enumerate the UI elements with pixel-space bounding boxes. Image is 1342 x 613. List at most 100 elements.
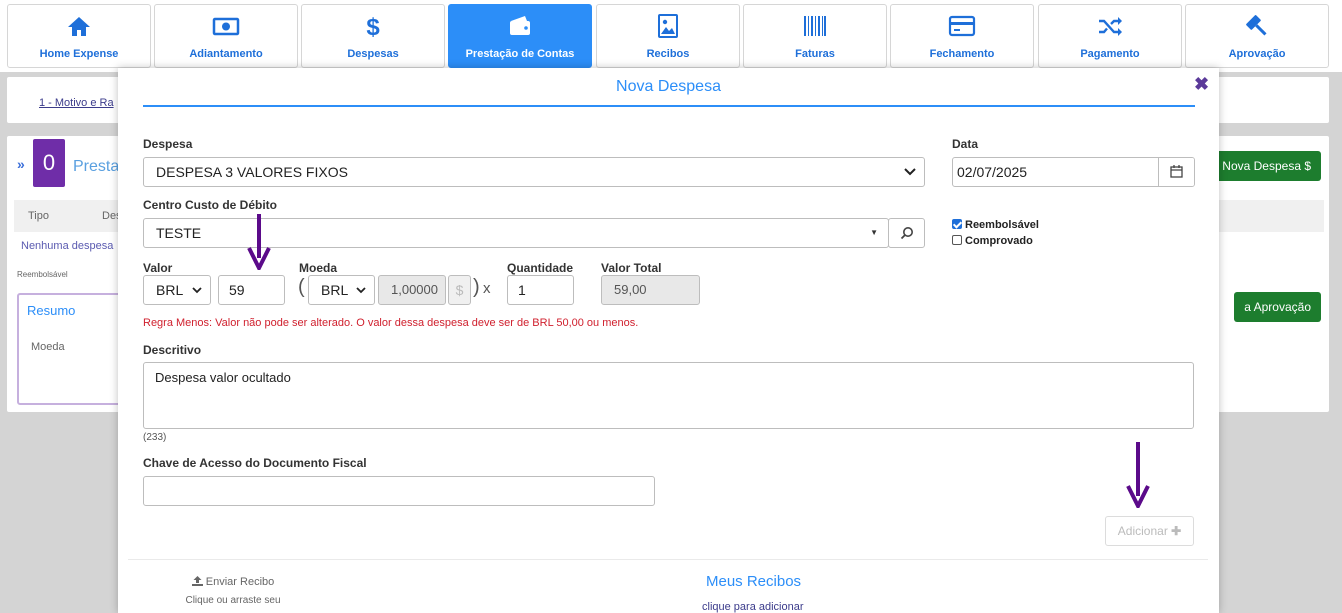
tab-recibos[interactable]: Recibos bbox=[596, 4, 740, 68]
chevron-down-icon bbox=[356, 287, 366, 294]
valor-total-value: 59,00 bbox=[614, 282, 647, 297]
tab-label: Despesas bbox=[347, 48, 399, 60]
col-tipo: Tipo bbox=[28, 210, 49, 222]
nova-despesa-button[interactable]: Nova Despesa $ bbox=[1212, 151, 1321, 181]
moeda-currency-select[interactable]: BRL bbox=[308, 275, 375, 305]
comprovado-label: Comprovado bbox=[965, 235, 1033, 247]
gavel-icon bbox=[1246, 15, 1267, 36]
tab-despesas[interactable]: $ Despesas bbox=[301, 4, 445, 68]
quantidade-label: Quantidade bbox=[507, 261, 574, 275]
clique-adicionar-link[interactable]: clique para adicionar bbox=[702, 601, 804, 613]
multiply-sign: x bbox=[483, 280, 491, 297]
dollar-icon: $ bbox=[455, 282, 464, 298]
modal-title: Nova Despesa bbox=[616, 78, 721, 95]
title-divider bbox=[143, 105, 1195, 107]
centro-custo-label: Centro Custo de Débito bbox=[143, 198, 277, 212]
checkbox-checked bbox=[952, 219, 962, 229]
data-label: Data bbox=[952, 137, 979, 151]
nova-despesa-modal: Nova Despesa ✖ Despesa DESPESA 3 VALORES… bbox=[118, 68, 1219, 613]
descritivo-textarea[interactable]: Despesa valor ocultado bbox=[143, 362, 1194, 429]
barcode-icon bbox=[804, 16, 826, 36]
resumo-title: Resumo bbox=[27, 303, 76, 318]
caret-down-icon: ▼ bbox=[870, 228, 878, 237]
money-icon bbox=[212, 17, 240, 36]
quantidade-input[interactable]: 1 bbox=[507, 275, 574, 305]
moeda-label: Moeda bbox=[299, 261, 338, 275]
calendar-button[interactable] bbox=[1158, 158, 1194, 186]
despesa-value: DESPESA 3 VALORES FIXOS bbox=[156, 164, 348, 180]
close-paren: ) bbox=[473, 276, 480, 298]
tab-home-expense[interactable]: Home Expense bbox=[7, 4, 151, 68]
tab-prestacao-de-contas[interactable]: Prestação de Contas bbox=[448, 4, 592, 68]
moeda-rate-field: 1,00000 bbox=[378, 275, 446, 305]
col-moeda: Moeda bbox=[31, 341, 65, 353]
tab-faturas[interactable]: Faturas bbox=[743, 4, 887, 68]
open-paren: ( bbox=[298, 276, 305, 298]
tab-label: Aprovação bbox=[1228, 48, 1286, 60]
tab-fechamento[interactable]: Fechamento bbox=[890, 4, 1034, 68]
valor-value: 59 bbox=[229, 282, 245, 298]
tab-label: Pagamento bbox=[1080, 48, 1140, 60]
tab-label: Adiantamento bbox=[189, 48, 263, 60]
data-value: 02/07/2025 bbox=[957, 164, 1028, 180]
upload-icon bbox=[191, 576, 203, 586]
valor-total-field: 59,00 bbox=[601, 275, 700, 305]
tab-aprovacao[interactable]: Aprovação bbox=[1185, 4, 1329, 68]
top-navigation: Home Expense Adiantamento $ Despesas Pre… bbox=[0, 0, 1342, 72]
chave-input[interactable] bbox=[143, 476, 655, 506]
valor-currency-select[interactable]: BRL bbox=[143, 275, 211, 305]
valor-label: Valor bbox=[143, 261, 173, 275]
count-badge: 0 bbox=[33, 139, 65, 187]
error-message: Regra Menos: Valor não pode ser alterado… bbox=[143, 317, 639, 329]
dollar-icon: $ bbox=[366, 14, 380, 39]
quantidade-value: 1 bbox=[518, 282, 526, 298]
meus-recibos-title: Meus Recibos bbox=[706, 573, 802, 590]
tab-pagamento[interactable]: Pagamento bbox=[1038, 4, 1182, 68]
enviar-recibo-label: Enviar Recibo bbox=[205, 576, 275, 588]
comprovado-checkbox[interactable]: Comprovado bbox=[952, 235, 1033, 247]
enviar-recibo: Enviar Recibo bbox=[178, 576, 288, 588]
reembolsavel-checkbox[interactable]: Reembolsável bbox=[952, 219, 1039, 231]
upload-area[interactable]: Enviar Recibo Clique ou arraste seu bbox=[178, 576, 288, 606]
close-icon[interactable]: ✖ bbox=[1194, 74, 1209, 95]
despesa-select[interactable]: DESPESA 3 VALORES FIXOS bbox=[143, 157, 925, 187]
moeda-currency-value: BRL bbox=[321, 282, 349, 298]
moeda-rate-value: 1,00000 bbox=[391, 282, 438, 297]
valor-currency-value: BRL bbox=[156, 282, 184, 298]
annotation-arrow-down bbox=[1126, 442, 1150, 508]
legend-reembolsavel: Reembolsável bbox=[17, 270, 68, 279]
adicionar-button[interactable]: Adicionar ✚ bbox=[1105, 516, 1194, 546]
descritivo-label: Descritivo bbox=[143, 343, 202, 357]
checkbox-unchecked bbox=[952, 235, 962, 245]
reembolsavel-label: Reembolsável bbox=[965, 219, 1039, 231]
tab-label: Prestação de Contas bbox=[465, 48, 575, 60]
calendar-icon bbox=[1170, 165, 1183, 178]
centro-custo-search-button[interactable] bbox=[888, 218, 925, 248]
card-icon bbox=[948, 15, 976, 37]
data-field[interactable]: 02/07/2025 bbox=[952, 157, 1195, 187]
despesa-label: Despesa bbox=[143, 137, 193, 151]
chevron-down-icon bbox=[192, 287, 202, 294]
tab-label: Fechamento bbox=[929, 48, 995, 60]
empty-message: Nenhuma despesa bbox=[21, 240, 114, 252]
descritivo-value: Despesa valor ocultado bbox=[155, 370, 291, 385]
clique-arraste: Clique ou arraste seu bbox=[185, 595, 281, 606]
search-icon bbox=[900, 227, 913, 240]
section-divider bbox=[128, 559, 1208, 560]
image-icon bbox=[658, 14, 678, 38]
svg-text:$: $ bbox=[366, 14, 380, 39]
valor-input[interactable]: 59 bbox=[218, 275, 285, 305]
double-chevron-icon[interactable]: » bbox=[17, 156, 25, 172]
tab-adiantamento[interactable]: Adiantamento bbox=[154, 4, 298, 68]
tab-label: Home Expense bbox=[39, 48, 119, 60]
char-counter: (233) bbox=[143, 432, 167, 443]
centro-custo-value: TESTE bbox=[156, 225, 202, 241]
rate-dollar-button[interactable]: $ bbox=[448, 275, 471, 305]
chave-label: Chave de Acesso do Documento Fiscal bbox=[143, 456, 367, 470]
valor-total-label: Valor Total bbox=[601, 261, 662, 275]
breadcrumb-link[interactable]: 1 - Motivo e Ra bbox=[39, 97, 114, 109]
adicionar-label: Adicionar bbox=[1117, 524, 1168, 538]
plus-icon: ✚ bbox=[1171, 524, 1182, 538]
enviar-aprovacao-button[interactable]: a Aprovação bbox=[1234, 292, 1321, 322]
home-icon bbox=[68, 17, 90, 36]
